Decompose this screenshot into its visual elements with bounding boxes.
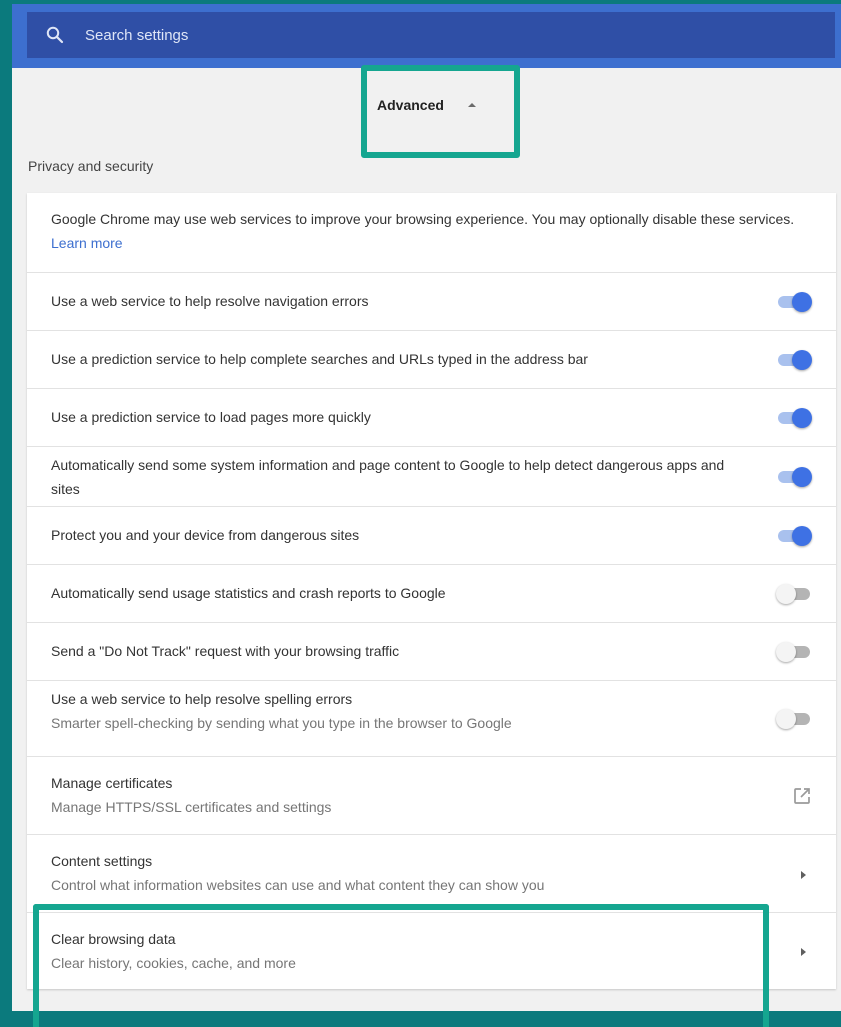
clear-browsing-data-row[interactable]: Clear browsing data Clear history, cooki… (27, 912, 836, 989)
toggle-knob (776, 709, 796, 729)
toggle-label: Protect you and your device from dangero… (51, 527, 360, 543)
toggle-row-text: Automatically send usage statistics and … (51, 581, 756, 605)
toggle-label: Use a prediction service to help complet… (51, 351, 588, 367)
toggle-switch[interactable] (776, 348, 812, 372)
toggle-switch[interactable] (776, 406, 812, 430)
toggle-switch[interactable] (776, 465, 812, 489)
chevron-right-icon[interactable] (801, 871, 806, 879)
toggle-knob (776, 642, 796, 662)
toggle-row[interactable]: Use a web service to help resolve naviga… (27, 272, 836, 330)
toggle-row-text: Send a "Do Not Track" request with your … (51, 639, 756, 663)
learn-more-link[interactable]: Learn more (51, 235, 123, 251)
chevron-right-icon[interactable] (801, 948, 806, 956)
toggle-knob (792, 526, 812, 546)
toggle-knob (792, 467, 812, 487)
toggle-label: Use a web service to help resolve naviga… (51, 293, 369, 309)
intro-text: Google Chrome may use web services to im… (51, 211, 795, 251)
certificates-sub: Manage HTTPS/SSL certificates and settin… (51, 799, 332, 815)
toggle-label: Send a "Do Not Track" request with your … (51, 643, 400, 659)
search-icon (46, 26, 64, 44)
toggle-row[interactable]: Use a prediction service to help complet… (27, 330, 836, 388)
manage-certificates-row[interactable]: Manage certificates Manage HTTPS/SSL cer… (27, 756, 836, 834)
toggle-label: Use a web service to help resolve spelli… (51, 691, 353, 707)
toggle-switch[interactable] (776, 290, 812, 314)
toggle-label: Use a prediction service to load pages m… (51, 409, 371, 425)
toggle-row[interactable]: Send a "Do Not Track" request with your … (27, 622, 836, 680)
toggle-row[interactable]: Automatically send usage statistics and … (27, 564, 836, 622)
advanced-label: Advanced (377, 97, 444, 113)
content-settings-row[interactable]: Content settings Control what informatio… (27, 834, 836, 912)
toggle-knob (792, 292, 812, 312)
toggle-row-text: Use a prediction service to help complet… (51, 347, 756, 371)
toggle-row-text: Protect you and your device from dangero… (51, 523, 756, 547)
toggle-switch[interactable] (776, 524, 812, 548)
search-input[interactable] (83, 25, 687, 45)
toggle-row-text: Use a web service to help resolve naviga… (51, 289, 756, 313)
toggle-knob (792, 408, 812, 428)
header-bar (12, 4, 841, 68)
toggle-label: Automatically send some system informati… (51, 457, 725, 497)
toggle-switch[interactable] (776, 640, 812, 664)
intro-row: Google Chrome may use web services to im… (27, 193, 836, 272)
toggle-knob (776, 584, 796, 604)
toggle-switch[interactable] (776, 582, 812, 606)
content-settings-sub: Control what information websites can us… (51, 877, 545, 893)
open-external-icon[interactable] (792, 786, 812, 806)
toggle-row[interactable]: Protect you and your device from dangero… (27, 506, 836, 564)
toggle-row-text: Use a web service to help resolve spelli… (51, 687, 756, 735)
caret-up-icon (467, 103, 476, 107)
privacy-card: Google Chrome may use web services to im… (27, 193, 836, 989)
section-title: Privacy and security (28, 158, 154, 174)
search-bar[interactable] (27, 12, 835, 58)
toggle-row[interactable]: Use a prediction service to load pages m… (27, 388, 836, 446)
clear-browsing-data-sub: Clear history, cookies, cache, and more (51, 955, 296, 971)
clear-browsing-data-label: Clear browsing data (51, 931, 176, 947)
advanced-toggle-button[interactable]: Advanced (364, 92, 504, 118)
toggle-sublabel: Smarter spell-checking by sending what y… (51, 715, 512, 731)
toggle-knob (792, 350, 812, 370)
toggle-row-text: Use a prediction service to load pages m… (51, 405, 756, 429)
settings-page: Advanced Privacy and security Google Chr… (12, 4, 841, 1011)
toggle-switch[interactable] (776, 707, 812, 731)
toggle-label: Automatically send usage statistics and … (51, 585, 446, 601)
toggle-row[interactable]: Use a web service to help resolve spelli… (27, 680, 836, 756)
toggle-row[interactable]: Automatically send some system informati… (27, 446, 836, 506)
toggle-row-text: Automatically send some system informati… (51, 453, 756, 501)
certificates-label: Manage certificates (51, 775, 173, 791)
content-settings-label: Content settings (51, 853, 153, 869)
